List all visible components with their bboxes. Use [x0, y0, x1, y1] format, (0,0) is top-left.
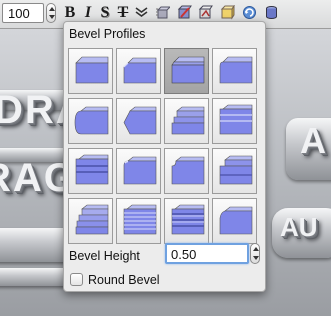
bevel-height-stepper[interactable] — [250, 243, 260, 264]
bevel-height-input[interactable]: 0.50 — [165, 243, 249, 264]
bevel-profile-chamfer[interactable] — [116, 48, 161, 94]
round-bevel-checkbox[interactable] — [70, 273, 83, 286]
stepper-up-icon[interactable] — [253, 247, 259, 251]
stepper-up-icon[interactable] — [49, 7, 55, 11]
bevel-height-label: Bevel Height — [69, 249, 140, 263]
bevel-profile-grid — [68, 48, 261, 245]
stepper-down-icon[interactable] — [253, 256, 259, 260]
bevel-profile-soft-chamfer[interactable] — [212, 198, 257, 244]
font-size-stepper[interactable] — [46, 3, 56, 23]
bevel-profile-cove[interactable] — [164, 148, 209, 194]
scene-text-4: AU — [280, 212, 318, 242]
bevel-profile-step[interactable] — [164, 48, 209, 94]
bevel-height-value: 0.50 — [171, 247, 197, 262]
font-size-value: 100 — [8, 6, 30, 21]
bevel-profiles-popup: Bevel Profiles Bevel Height 0.50 Round B… — [63, 21, 266, 292]
bevel-profile-angle[interactable] — [116, 98, 161, 144]
bevel-profile-convex[interactable] — [68, 98, 113, 144]
lighting-icon[interactable] — [220, 5, 235, 20]
cylinder-icon[interactable] — [264, 5, 279, 20]
scene-text-3: A — [300, 120, 326, 161]
bevel-profile-rounded-edge[interactable] — [212, 48, 257, 94]
scene-bar — [0, 228, 70, 262]
texture-icon[interactable] — [198, 5, 213, 20]
shadow-button[interactable]: S — [98, 4, 112, 22]
scene-bar — [0, 268, 70, 286]
bevel-profile-ridge[interactable] — [212, 98, 257, 144]
material-icon[interactable] — [177, 5, 192, 20]
bevel-profile-triple-step[interactable] — [68, 198, 113, 244]
bevel-profile-stepped-groove[interactable] — [164, 198, 209, 244]
extrude-icon[interactable] — [155, 5, 170, 20]
bevel-profile-inset[interactable] — [212, 148, 257, 194]
bevel-profile-layered[interactable] — [116, 198, 161, 244]
font-size-field[interactable]: 100 — [2, 3, 44, 23]
bevel-icon[interactable] — [134, 5, 149, 20]
bevel-profile-flat[interactable] — [68, 48, 113, 94]
bevel-profile-double-step[interactable] — [164, 98, 209, 144]
italic-button[interactable]: I — [82, 4, 94, 22]
strikethrough-button[interactable]: T — [116, 4, 130, 22]
bold-button[interactable]: B — [63, 4, 77, 22]
bevel-profile-soft-round[interactable] — [116, 148, 161, 194]
round-bevel-label[interactable]: Round Bevel — [88, 273, 160, 287]
rotate-icon[interactable] — [242, 5, 257, 20]
popup-title: Bevel Profiles — [69, 27, 146, 41]
stepper-down-icon[interactable] — [49, 15, 55, 19]
bevel-profile-groove[interactable] — [68, 148, 113, 194]
